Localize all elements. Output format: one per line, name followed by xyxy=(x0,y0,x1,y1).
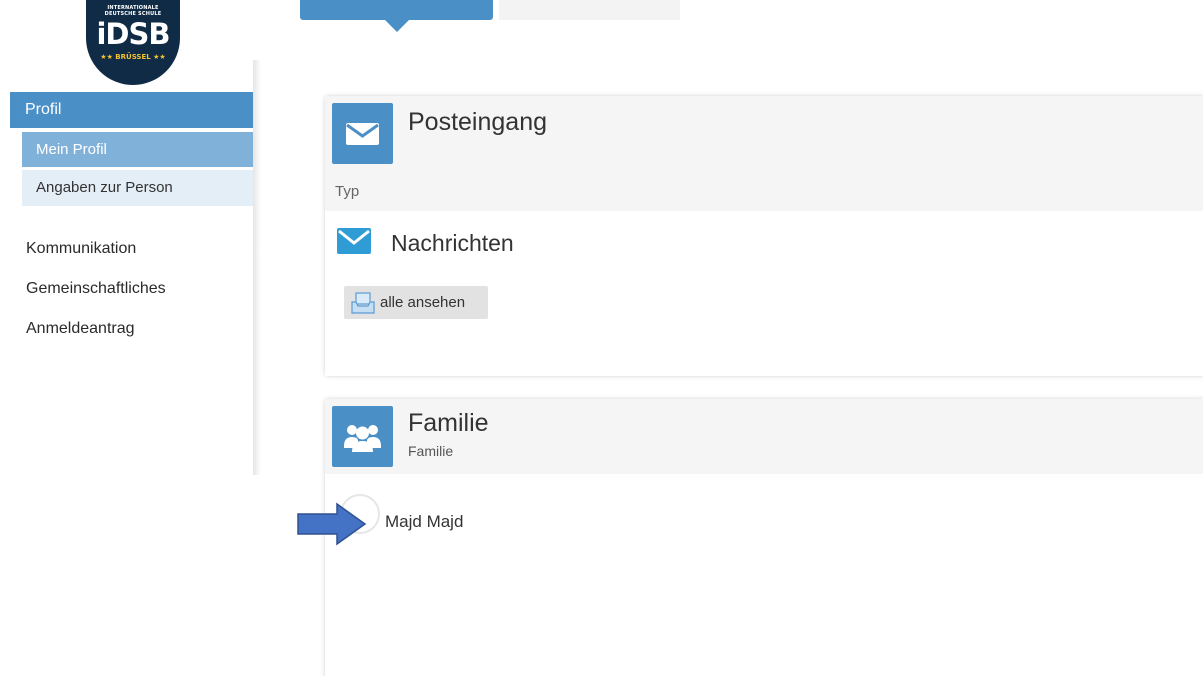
sidebar-item-anmeldeantrag[interactable]: Anmeldeantrag xyxy=(26,320,135,338)
page: INTERNATIONALE DEUTSCHE SCHULE iDSB ★★ B… xyxy=(0,0,1203,676)
family-card-title: Familie xyxy=(408,409,489,437)
column-header-typ: Typ xyxy=(335,183,360,200)
logo-bottom-text: ★★ BRÜSSEL ★★ xyxy=(100,53,166,61)
sidebar-section-profil[interactable]: Profil xyxy=(10,92,253,128)
family-card-subtitle: Familie xyxy=(408,443,454,459)
inbox-card: Posteingang Typ Nachrichten alle ansehen xyxy=(325,96,1203,376)
inbox-card-title: Posteingang xyxy=(408,108,548,136)
sidebar-item-gemeinschaftliches[interactable]: Gemeinschaftliches xyxy=(26,280,166,298)
view-all-button[interactable]: alle ansehen xyxy=(344,286,488,319)
inbox-card-icon-box xyxy=(332,103,393,164)
family-card: Familie Familie Majd Majd xyxy=(325,399,1203,676)
logo-main-text: iDSB xyxy=(96,17,170,51)
top-tab-active[interactable] xyxy=(300,0,493,20)
sidebar-item-kommunikation[interactable]: Kommunikation xyxy=(26,240,136,258)
top-tab-caret xyxy=(385,20,409,32)
inbox-tray-icon xyxy=(351,292,375,326)
annotation-arrow-icon xyxy=(297,502,367,550)
view-all-button-label: alle ansehen xyxy=(380,294,466,311)
nachrichten-label[interactable]: Nachrichten xyxy=(391,230,514,257)
school-logo[interactable]: INTERNATIONALE DEUTSCHE SCHULE iDSB ★★ B… xyxy=(86,0,180,85)
member-name[interactable]: Majd Majd xyxy=(385,512,463,532)
sidebar-item-mein-profil[interactable]: Mein Profil xyxy=(22,132,253,167)
nachrichten-envelope-icon xyxy=(337,228,371,258)
top-tab-inactive[interactable] xyxy=(499,0,680,20)
envelope-icon xyxy=(346,123,379,145)
sidebar-item-angaben-zur-person[interactable]: Angaben zur Person xyxy=(22,170,253,206)
sidebar: INTERNATIONALE DEUTSCHE SCHULE iDSB ★★ B… xyxy=(0,0,253,676)
sidebar-shadow xyxy=(253,60,261,475)
family-card-icon-box xyxy=(332,406,393,467)
people-group-icon xyxy=(344,425,381,452)
